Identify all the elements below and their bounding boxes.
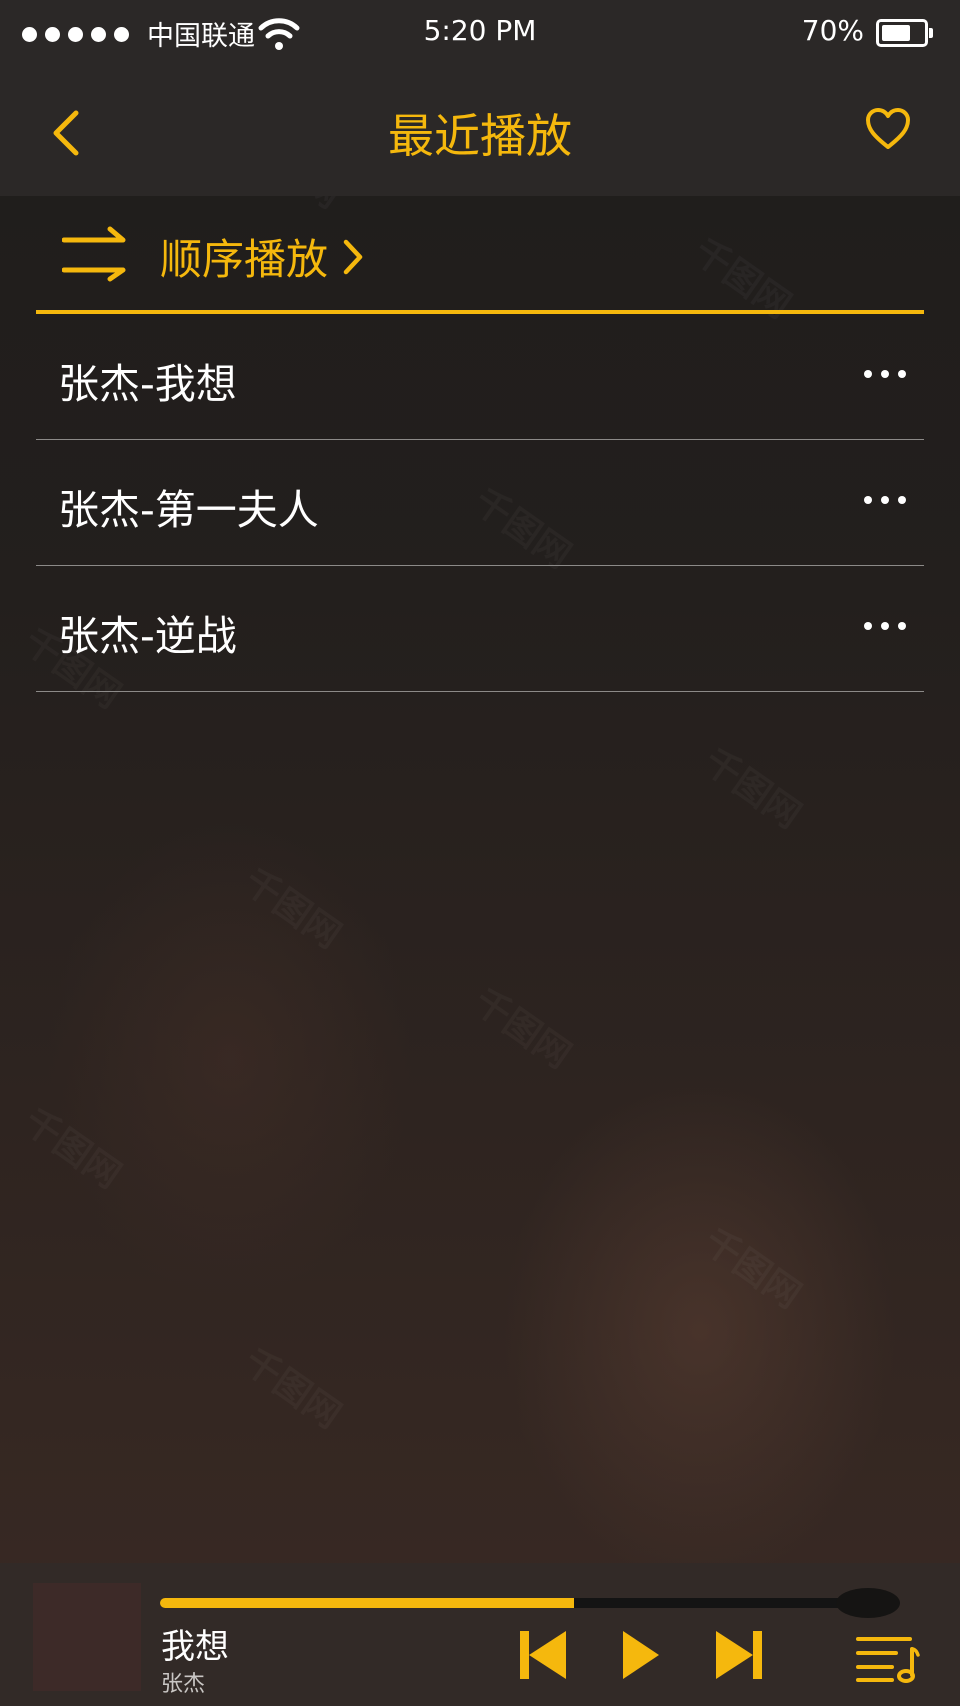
song-name: 张杰-我想 [58, 360, 237, 408]
sequential-play-icon [62, 226, 126, 282]
progress-bar[interactable] [160, 1588, 900, 1618]
more-options-icon[interactable] [864, 622, 906, 630]
album-cover[interactable] [33, 1583, 141, 1691]
nav-bar: 最近播放 [0, 68, 960, 196]
chevron-right-icon [343, 239, 363, 275]
play-mode-selector[interactable]: 顺序播放 [36, 196, 924, 314]
favorite-heart-button[interactable] [864, 106, 912, 152]
song-name: 张杰-逆战 [58, 612, 237, 660]
playlist-icon[interactable] [856, 1635, 920, 1683]
song-row[interactable]: 张杰-第一夫人 [36, 440, 924, 566]
battery-percent: 70% [801, 14, 864, 47]
song-name: 张杰-第一夫人 [58, 486, 319, 534]
battery-icon [876, 19, 933, 47]
previous-track-button[interactable] [518, 1629, 568, 1681]
song-row[interactable]: 张杰-逆战 [36, 566, 924, 692]
play-button[interactable] [621, 1629, 661, 1681]
song-list: 张杰-我想 张杰-第一夫人 张杰-逆战 [36, 314, 924, 692]
play-mode-label: 顺序播放 [160, 235, 329, 284]
mini-player: 我想 张杰 [0, 1563, 960, 1706]
status-bar: 中国联通 5:20 PM 70% [0, 0, 960, 68]
now-playing-title: 我想 [161, 1627, 229, 1667]
progress-handle[interactable] [836, 1588, 900, 1618]
more-options-icon[interactable] [864, 496, 906, 504]
next-track-button[interactable] [714, 1629, 764, 1681]
now-playing-artist: 张杰 [161, 1672, 206, 1697]
song-row[interactable]: 张杰-我想 [36, 314, 924, 440]
more-options-icon[interactable] [864, 370, 906, 378]
progress-fill [160, 1598, 574, 1608]
page-title: 最近播放 [388, 109, 572, 163]
